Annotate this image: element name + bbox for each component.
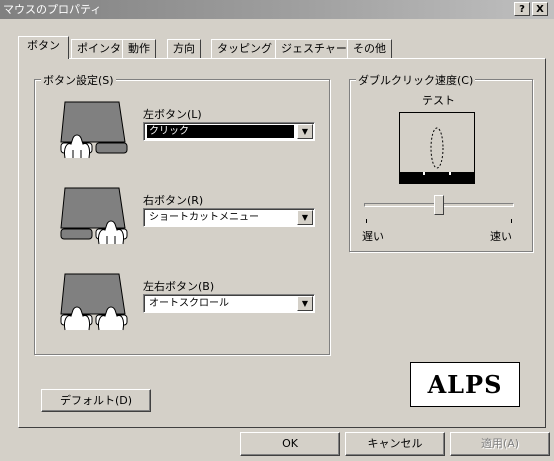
right-button-mouse-icon xyxy=(60,187,128,245)
chevron-down-icon[interactable]: ▼ xyxy=(297,124,313,139)
ok-button[interactable]: OK xyxy=(240,432,340,456)
default-button[interactable]: デフォルト(D) xyxy=(41,389,151,412)
double-click-group: ダブルクリック速度(C) テスト 遅い 速い xyxy=(349,72,533,252)
title-bar[interactable]: マウスのプロパティ ? X xyxy=(0,0,554,19)
alps-logo: ALPS xyxy=(410,362,520,407)
tab-tapping[interactable]: タッピング xyxy=(211,39,278,58)
tab-buttons[interactable]: ボタン xyxy=(18,36,69,59)
tab-motion[interactable]: 動作 xyxy=(122,39,156,58)
double-click-legend: ダブルクリック速度(C) xyxy=(356,72,476,88)
both-buttons-label: 左右ボタン(B) xyxy=(143,280,215,293)
button-settings-legend: ボタン設定(S) xyxy=(41,72,116,88)
chevron-down-icon[interactable]: ▼ xyxy=(297,296,313,311)
mouse-properties-window: マウスのプロパティ ? X ボタン ポインタ 動作 方向 タッピング ジェスチャ… xyxy=(0,0,554,461)
both-buttons-select[interactable]: オートスクロール ▼ xyxy=(143,294,315,313)
tab-orientation[interactable]: 方向 xyxy=(167,39,201,58)
both-buttons-mouse-icon xyxy=(60,273,128,331)
tab-pointer[interactable]: ポインタ xyxy=(71,39,127,58)
right-button-value: ショートカットメニュー xyxy=(149,212,259,223)
close-button[interactable]: X xyxy=(532,2,548,16)
both-buttons-value: オートスクロール xyxy=(149,298,229,309)
left-button-select[interactable]: クリック ▼ xyxy=(143,122,315,141)
cancel-button[interactable]: キャンセル xyxy=(345,432,445,456)
double-click-speed-slider[interactable] xyxy=(364,195,514,225)
left-button-value: クリック xyxy=(147,125,294,138)
slow-label: 遅い xyxy=(362,230,384,243)
button-settings-group: ボタン設定(S) 左ボタン(L) クリック ▼ 右ボタン(R) ショートカットメ… xyxy=(34,72,330,355)
test-area-icon[interactable] xyxy=(399,112,475,184)
right-button-select[interactable]: ショートカットメニュー ▼ xyxy=(143,208,315,227)
fast-label: 速い xyxy=(490,230,512,243)
test-label: テスト xyxy=(422,94,455,107)
tab-other[interactable]: その他 xyxy=(347,39,392,58)
right-button-label: 右ボタン(R) xyxy=(143,194,204,207)
left-button-label: 左ボタン(L) xyxy=(143,108,202,121)
tab-gestures[interactable]: ジェスチャー xyxy=(275,39,353,58)
left-button-mouse-icon xyxy=(60,101,128,159)
help-button[interactable]: ? xyxy=(514,2,530,16)
slider-thumb[interactable] xyxy=(434,195,444,215)
chevron-down-icon[interactable]: ▼ xyxy=(297,210,313,225)
window-title: マウスのプロパティ xyxy=(3,3,102,16)
apply-button[interactable]: 適用(A) xyxy=(450,432,550,456)
